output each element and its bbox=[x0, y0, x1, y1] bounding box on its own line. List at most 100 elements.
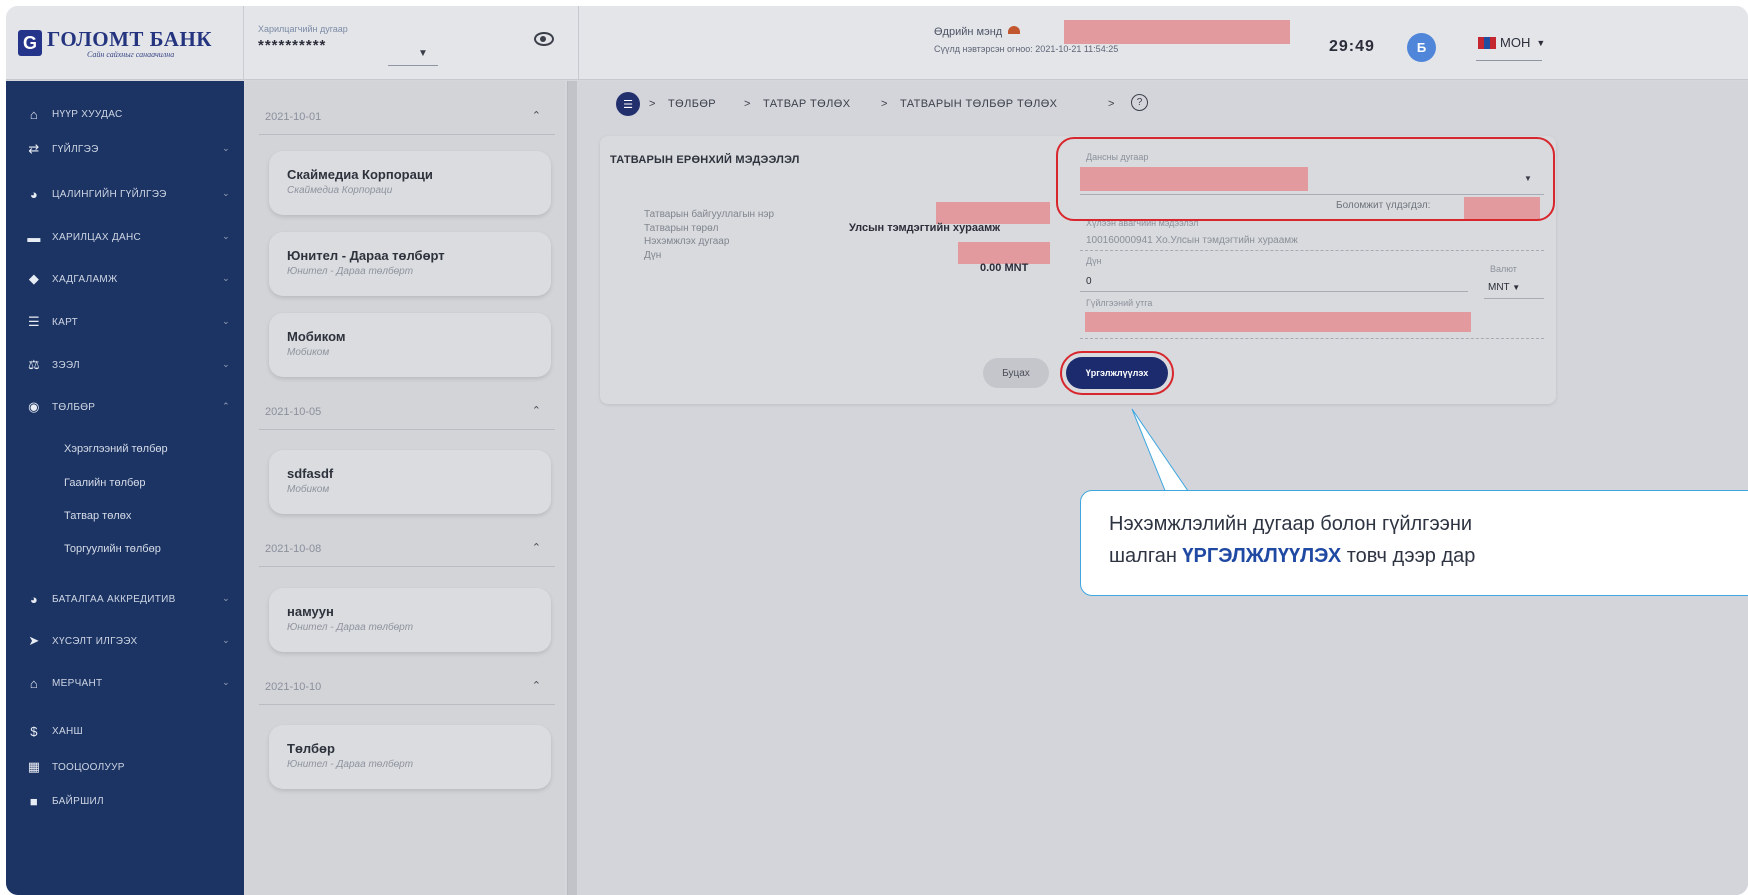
sidebar-item-current-account[interactable]: ▬ ХАРИЛЦАХ ДАНС ⌄ bbox=[6, 219, 244, 255]
chevron-down-icon: ⌄ bbox=[222, 635, 230, 645]
help-icon[interactable]: ? bbox=[1131, 94, 1148, 111]
mongolia-flag-icon bbox=[1478, 36, 1496, 49]
amount-value: 0.00 MNT bbox=[980, 262, 1029, 274]
sidebar-item-payment[interactable]: ◉ ТӨЛБӨР ⌃ bbox=[6, 389, 244, 425]
sidebar-item-savings[interactable]: ◆ ХАДГАЛАМЖ ⌄ bbox=[6, 261, 244, 297]
history-card[interactable]: Скаймедиа Корпораци Скаймедиа Корпораци bbox=[269, 151, 551, 215]
history-card[interactable]: Мобиком Мобиком bbox=[269, 313, 551, 377]
callout-line-1: Нэхэмжлэлийн дугаар болон гүйлгээни bbox=[1109, 513, 1473, 535]
history-card[interactable]: Төлбөр Юнител - Дараа төлбөрт bbox=[269, 725, 551, 789]
logo-icon: G bbox=[18, 30, 42, 56]
date-group-header[interactable]: 2021-10-01 ⌃ bbox=[259, 95, 555, 135]
chevron-down-icon: ⌄ bbox=[222, 231, 230, 241]
sidebar-item-location[interactable]: ■ БАЙРШИЛ bbox=[6, 783, 244, 819]
account-highlight bbox=[1056, 137, 1555, 221]
bank-slogan: Сайн сайхныг санаачилна bbox=[87, 49, 175, 59]
breadcrumb-tax-pay[interactable]: ТАТВАР ТӨЛӨХ bbox=[763, 98, 850, 110]
tax-info-title: ТАТВАРЫН ЕРӨНХИЙ МЭДЭЭЛЭЛ bbox=[610, 154, 800, 166]
sidebar-item-card[interactable]: ☰ КАРТ ⌄ bbox=[6, 304, 244, 340]
sidebar-item-guarantee[interactable]: ◕ БАТАЛГАА АККРЕДИТИВ ⌄ bbox=[6, 581, 244, 617]
language-select[interactable]: МОН ▼ bbox=[1478, 35, 1545, 50]
sidebar-subitem-utility[interactable]: Хэрэглээний төлбөр bbox=[64, 443, 168, 455]
currency-label: Валют bbox=[1490, 264, 1517, 274]
main-content: ☰ > ТӨЛБӨР > ТАТВАР ТӨЛӨХ > ТАТВАРЫН ТӨЛ… bbox=[578, 81, 1748, 895]
calculator-icon: ▦ bbox=[27, 759, 41, 774]
history-card[interactable]: sdfasdf Мобиком bbox=[269, 450, 551, 514]
chevron-down-icon: ⌄ bbox=[222, 677, 230, 687]
breadcrumb-separator: > bbox=[649, 98, 656, 110]
tax-type-value: Улсын тэмдэгтийн хураамж bbox=[849, 222, 1001, 234]
tax-payment-panel: ТАТВАРЫН ЕРӨНХИЙ МЭДЭЭЛЭЛ Татварын байгу… bbox=[600, 136, 1556, 404]
menu-toggle-icon[interactable]: ☰ bbox=[616, 92, 640, 116]
back-button[interactable]: Буцах bbox=[983, 358, 1049, 388]
sun-icon bbox=[1008, 26, 1021, 34]
description-input[interactable] bbox=[1085, 312, 1471, 332]
last-login-text: Сүүлд нэвтэрсэн огноо: 2021-10-21 11:54:… bbox=[934, 44, 1119, 54]
transfer-icon: ⇄ bbox=[28, 141, 40, 156]
date-group-header[interactable]: 2021-10-05 ⌃ bbox=[259, 390, 555, 430]
language-label: МОН bbox=[1500, 35, 1531, 50]
piggy-bank-icon: ◆ bbox=[28, 271, 40, 286]
sidebar-item-salary[interactable]: ◕ ЦАЛИНГИЙН ГҮЙЛГЭЭ ⌄ bbox=[6, 176, 244, 212]
dollar-icon: $ bbox=[30, 723, 38, 739]
sidebar-item-merchant[interactable]: ⌂ МЕРЧАНТ ⌄ bbox=[6, 665, 244, 701]
chevron-up-icon: ⌃ bbox=[531, 680, 541, 692]
client-number-select[interactable]: Харилцагчийн дугаар ********** ▼ bbox=[258, 24, 438, 66]
history-card[interactable]: намуун Юнител - Дараа төлбөрт bbox=[269, 588, 551, 652]
chevron-up-icon: ⌃ bbox=[222, 401, 230, 411]
sidebar-item-home[interactable]: ⌂ НҮҮР ХУУДАС bbox=[6, 96, 244, 132]
sidebar-item-request[interactable]: ➤ ХҮСЭЛТ ИЛГЭЭХ ⌄ bbox=[6, 623, 244, 659]
sidebar-item-calculator[interactable]: ▦ ТООЦООЛУУР bbox=[6, 749, 244, 785]
date-group-header[interactable]: 2021-10-10 ⌃ bbox=[259, 665, 555, 705]
currency-select[interactable]: MNT ▼ bbox=[1488, 282, 1520, 293]
description-label: Гүйлгээний утга bbox=[1086, 298, 1153, 308]
chevron-down-icon: ▼ bbox=[1512, 283, 1521, 292]
guarantee-icon: ◕ bbox=[29, 591, 39, 607]
loan-icon: ⚖ bbox=[28, 357, 40, 372]
avatar[interactable]: Б bbox=[1407, 33, 1436, 62]
breadcrumb-separator: > bbox=[1108, 98, 1115, 110]
bank-name: ГОЛОМТ БАНК bbox=[47, 26, 213, 51]
chevron-up-icon: ⌃ bbox=[531, 405, 541, 417]
chevron-down-icon: ▼ bbox=[1536, 37, 1546, 48]
sidebar-subitem-fines[interactable]: Торгуулийн төлбөр bbox=[64, 543, 161, 555]
breadcrumb-payment[interactable]: ТӨЛБӨР bbox=[668, 98, 716, 110]
redacted-tax-org bbox=[936, 202, 1050, 224]
form-amount-input[interactable]: 0 bbox=[1086, 276, 1092, 287]
continue-highlight bbox=[1060, 351, 1174, 395]
claim-number-label: Нэхэмжлэх дугаар bbox=[644, 236, 730, 247]
tax-type-label: Татварын төрөл bbox=[644, 223, 719, 234]
callout-line-2: шалган ҮРГЭЛЖЛҮҮЛЭХ товч дээр дар bbox=[1109, 545, 1476, 567]
sidebar-item-rates[interactable]: $ ХАНШ bbox=[6, 713, 244, 749]
pie-chart-icon: ◕ bbox=[29, 186, 39, 202]
breadcrumb-tax-payment: ТАТВАРЫН ТӨЛБӨР ТӨЛӨХ bbox=[900, 98, 1058, 110]
date-group-header[interactable]: 2021-10-08 ⌃ bbox=[259, 527, 555, 567]
sidebar-item-loan[interactable]: ⚖ ЗЭЭЛ ⌄ bbox=[6, 347, 244, 383]
chevron-down-icon: ⌄ bbox=[222, 359, 230, 369]
send-icon: ➤ bbox=[28, 633, 40, 648]
greeting: Өдрийн мэнд bbox=[934, 26, 1021, 38]
eye-icon[interactable] bbox=[534, 32, 554, 46]
history-card[interactable]: Юнител - Дараа төлбөрт Юнител - Дараа тө… bbox=[269, 232, 551, 296]
chevron-up-icon: ⌃ bbox=[531, 542, 541, 554]
chevron-down-icon: ⌄ bbox=[222, 316, 230, 326]
scrollbar[interactable] bbox=[567, 81, 577, 895]
sidebar-subitem-tax[interactable]: Татвар төлөх bbox=[64, 510, 131, 522]
chevron-down-icon: ⌄ bbox=[222, 593, 230, 603]
amount-label: Дүн bbox=[644, 250, 662, 261]
payment-icon: ◉ bbox=[28, 399, 40, 414]
top-bar: G ГОЛОМТ БАНК Сайн сайхныг санаачилна Ха… bbox=[6, 6, 1748, 80]
sidebar-item-transactions[interactable]: ⇄ ГҮЙЛГЭЭ ⌄ bbox=[6, 131, 244, 167]
logo[interactable]: G ГОЛОМТ БАНК Сайн сайхныг санаачилна bbox=[6, 6, 244, 80]
shop-icon: ⌂ bbox=[29, 675, 39, 691]
app-window: G ГОЛОМТ БАНК Сайн сайхныг санаачилна Ха… bbox=[6, 6, 1748, 895]
client-number-value: ********** bbox=[258, 37, 327, 54]
sidebar-subitem-customs[interactable]: Гаалийн төлбөр bbox=[64, 477, 146, 489]
redacted-username bbox=[1064, 20, 1290, 44]
chevron-down-icon: ▼ bbox=[418, 48, 428, 59]
account-icon: ▬ bbox=[27, 229, 41, 245]
atm-icon: ■ bbox=[29, 793, 39, 809]
chevron-down-icon: ⌄ bbox=[222, 188, 230, 198]
session-timer: 29:49 bbox=[1329, 38, 1375, 55]
client-number-label: Харилцагчийн дугаар bbox=[258, 24, 348, 34]
